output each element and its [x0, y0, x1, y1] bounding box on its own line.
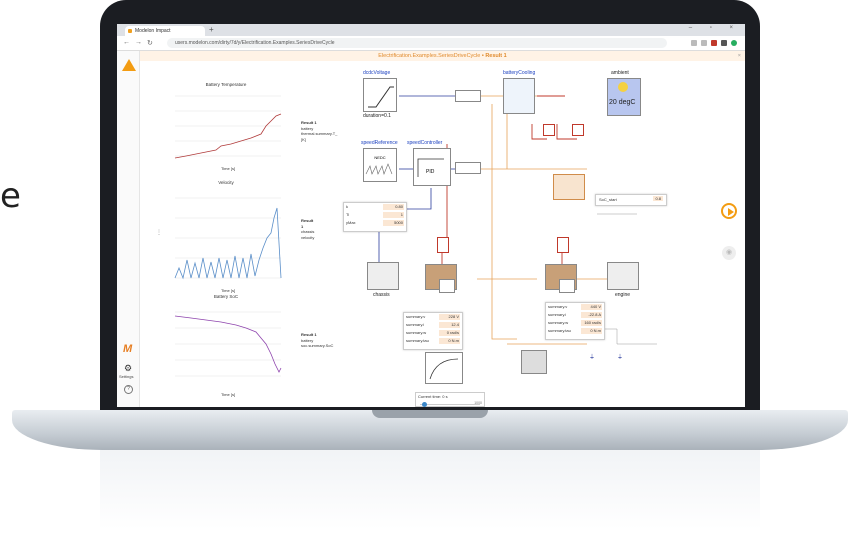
- soc-start-field[interactable]: SoC_start 0.8: [595, 194, 667, 206]
- controller-param-panel: k 0.80 Ti 1 yMax 5000: [343, 202, 407, 232]
- param-row[interactable]: summary.w 160 rad/s: [546, 319, 604, 327]
- ground-icon: ⏚: [617, 355, 624, 361]
- time-knob[interactable]: [422, 402, 427, 407]
- ambient-label: ambient: [611, 70, 629, 76]
- thermal-connector-block[interactable]: [572, 124, 584, 136]
- soc-start-value: 0.8: [653, 196, 663, 201]
- speed-reference-block[interactable]: NEDC: [363, 148, 397, 182]
- battery-cooling-label: batteryCooling: [503, 70, 536, 76]
- dcdc-voltage-label: dcdcVoltage: [363, 70, 391, 76]
- time-track[interactable]: [420, 404, 480, 405]
- battery-block[interactable]: [553, 174, 585, 200]
- connector-block[interactable]: [557, 237, 569, 253]
- param-row[interactable]: k 0.80: [344, 203, 406, 211]
- param-row[interactable]: summary.tau 0 N.m: [404, 337, 462, 345]
- battery-cooling-block[interactable]: [503, 78, 535, 114]
- connector-block[interactable]: [437, 237, 449, 253]
- ambient-block[interactable]: 20 degC: [607, 78, 641, 116]
- laptop-reflection: [100, 450, 760, 530]
- ground-icon: ⏚: [589, 355, 596, 361]
- engine-block[interactable]: [607, 262, 639, 290]
- laptop-notch: [372, 410, 488, 418]
- param-row[interactable]: summary.w 0 rad/s: [404, 329, 462, 337]
- simulate-play-button[interactable]: [721, 203, 737, 219]
- screen: Modelon Impact + – ▫ × ← → ↻ users.model…: [117, 24, 745, 407]
- thermal-connector-block[interactable]: [543, 124, 555, 136]
- gearbox-block[interactable]: [559, 279, 575, 293]
- param-row[interactable]: Ti 1: [344, 211, 406, 219]
- soc-start-label: SoC_start: [599, 197, 617, 202]
- param-row[interactable]: summary.v 228 V: [404, 313, 462, 321]
- motor-summary-panel: summary.v 228 V summary.i 12.4 summary.w 0 …: [403, 312, 463, 350]
- voltage-sensor-block[interactable]: [455, 90, 481, 102]
- param-row[interactable]: yMax 5000: [344, 219, 406, 227]
- current-time-label: Current time: 0 s: [418, 394, 448, 399]
- dcdc-voltage-block[interactable]: [363, 78, 397, 112]
- pid-label: PID: [426, 169, 435, 175]
- speed-reference-label: speedReference: [361, 140, 398, 146]
- param-row[interactable]: summary.i -22.8 A: [546, 311, 604, 319]
- chassis-label: chassis: [373, 292, 390, 298]
- param-row[interactable]: summary.v 440 V: [546, 303, 604, 311]
- sensor-block[interactable]: [455, 162, 481, 174]
- speed-controller-block[interactable]: PID: [413, 148, 451, 186]
- param-row[interactable]: summary.tau 0 N.m: [546, 327, 604, 335]
- param-row[interactable]: summary.i 12.4: [404, 321, 462, 329]
- gearbox-block[interactable]: [439, 279, 455, 293]
- ambient-value: 20 degC: [609, 99, 636, 106]
- engine-label: engine: [615, 292, 631, 298]
- sun-icon: [618, 82, 628, 92]
- eye-icon[interactable]: ◉: [722, 246, 736, 260]
- edge-text: e: [0, 176, 21, 216]
- duration-label: duration=0.1: [363, 113, 391, 119]
- time-end-label: 1000: [474, 401, 482, 405]
- chassis-block[interactable]: [367, 262, 399, 290]
- speed-controller-label: speedController: [407, 140, 443, 146]
- current-time-slider[interactable]: Current time: 0 s 1000: [415, 392, 485, 407]
- response-plot-block[interactable]: [425, 352, 463, 384]
- dcdc-converter-block[interactable]: [521, 350, 547, 374]
- generator-summary-panel: summary.v 440 V summary.i -22.8 A summary.…: [545, 302, 605, 340]
